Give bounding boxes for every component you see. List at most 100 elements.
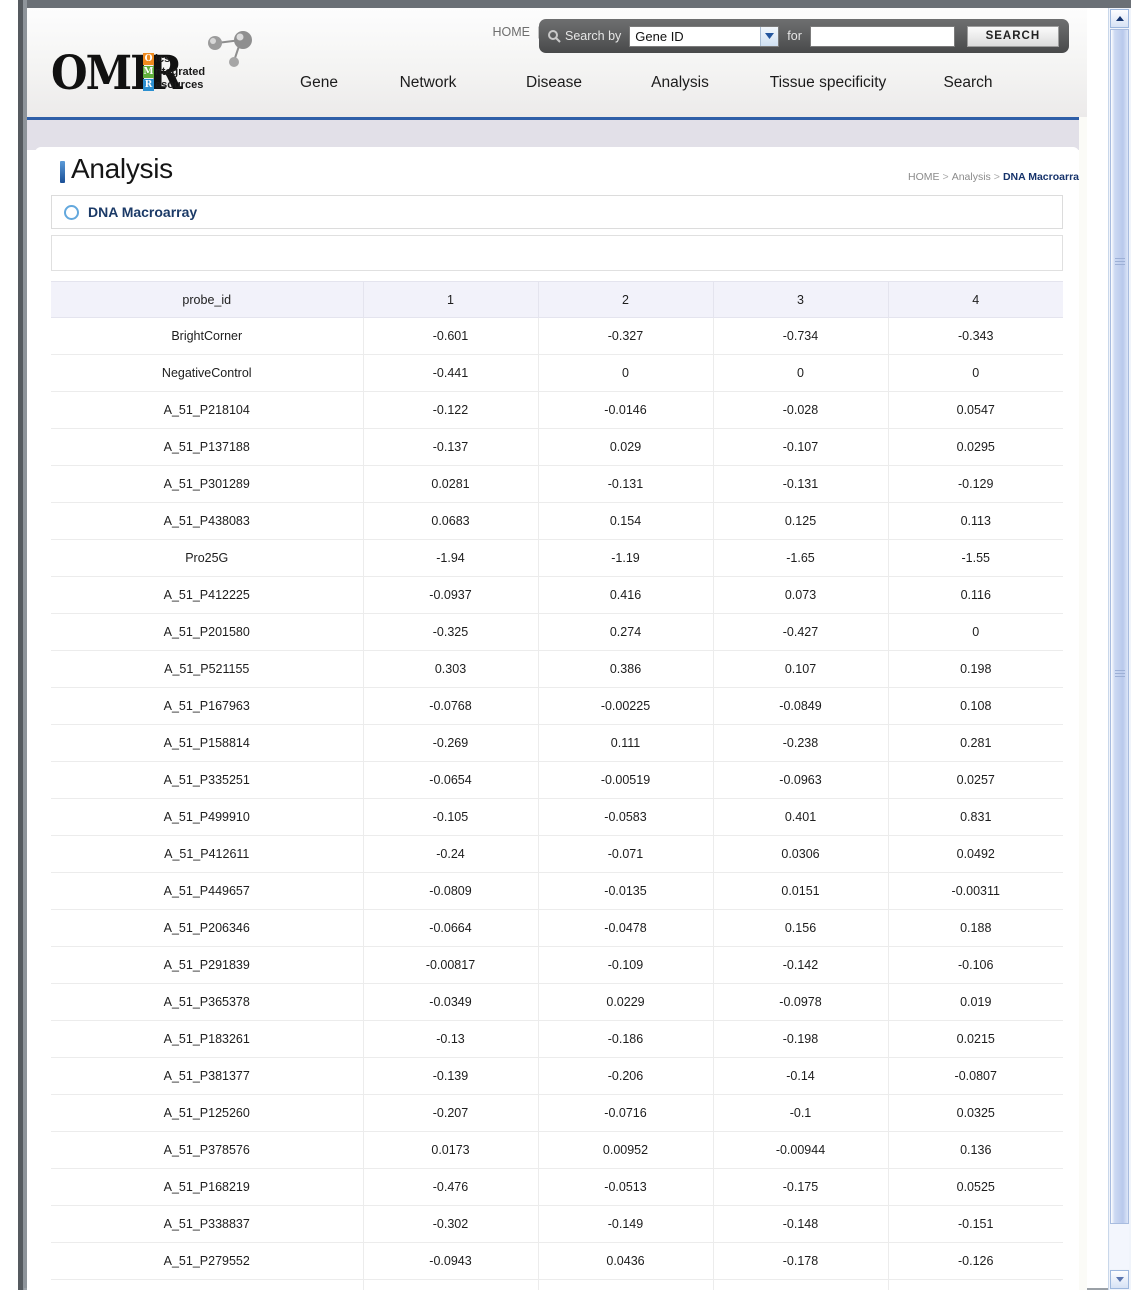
content-card: Analysis HOME > Analysis > DNA Macroarra DNA…: [35, 147, 1079, 1290]
site-logo[interactable]: OMIR O ics M ntegrated R esources: [51, 28, 252, 96]
table-row: A_51_P335251 -0.0654 -0.00519 -0.0963 0.0257: [51, 761, 1063, 799]
table-row: A_51_P449657 -0.0809 -0.0135 0.0151 -0.00311: [51, 872, 1063, 910]
cell-value-4: 0.0525: [888, 1168, 1063, 1206]
cell-value-1: -0.0349: [363, 983, 539, 1021]
cell-value-4: -0.00311: [888, 872, 1063, 910]
search-query-input[interactable]: [809, 25, 955, 47]
data-table-container: probe_id 1 2 3 4 BrightCorner -0.601 -0.32…: [51, 281, 1063, 1290]
page-title-accent-bar: [60, 161, 65, 183]
breadcrumb: HOME > Analysis > DNA Macroarra: [908, 171, 1079, 183]
breadcrumb-item-analysis[interactable]: Analysis: [952, 171, 991, 183]
table-row: BrightCorner -0.601 -0.327 -0.734 -0.343: [51, 317, 1063, 355]
column-header-4[interactable]: 4: [888, 281, 1063, 318]
page-right-gutter: [1079, 117, 1087, 1290]
table-row: A_51_P137188 -0.137 0.029 -0.107 0.0295: [51, 428, 1063, 466]
cell-probe-id: NegativeControl: [51, 354, 364, 392]
nav-item-tissue-specificity[interactable]: Tissue specificity: [743, 74, 913, 92]
cell-value-1: -0.105: [363, 798, 539, 836]
chevron-down-icon[interactable]: [760, 26, 779, 46]
cell-value-1: -0.325: [363, 613, 539, 651]
table-row: A_51_P125260 -0.207 -0.0716 -0.1 0.0325: [51, 1094, 1063, 1132]
table-row: A_51_P183261 -0.13 -0.186 -0.198 0.0215: [51, 1020, 1063, 1058]
cell-value-4: 0.0257: [888, 761, 1063, 799]
scrollbar-down-button[interactable]: [1110, 1270, 1129, 1289]
cell-value-3: -0.131: [713, 465, 889, 503]
cell-value-1: 0.0173: [363, 1131, 539, 1169]
table-row: A_51_P365378 -0.0349 0.0229 -0.0978 0.019: [51, 983, 1063, 1021]
cell-probe-id: A_51_P499910: [51, 798, 364, 836]
cell-probe-id: A_51_P365378: [51, 983, 364, 1021]
column-header-2[interactable]: 2: [538, 281, 714, 318]
cell-probe-id: A_51_P218104: [51, 391, 364, 429]
column-header-probe-id[interactable]: probe_id: [51, 281, 364, 318]
cell-value-4: 0.831: [888, 798, 1063, 836]
cell-probe-id: A_51_P412225: [51, 576, 364, 614]
breadcrumb-separator: >: [942, 171, 949, 183]
cell-value-4: 0.188: [888, 909, 1063, 947]
cell-probe-id: A_51_P125260: [51, 1094, 364, 1132]
cell-value-1: -0.207: [363, 1094, 539, 1132]
cell-value-3: -0.178: [713, 1242, 889, 1280]
page-title: Analysis: [71, 153, 173, 184]
section-title: DNA Macroarray: [88, 204, 198, 220]
cell-probe-id: A_51_P449657: [51, 872, 364, 910]
cell-value-2: -0.0478: [538, 909, 714, 947]
nav-item-gene[interactable]: Gene: [273, 74, 365, 92]
cell-value-2: 0.0229: [538, 983, 714, 1021]
cell-value-4: 0.116: [888, 576, 1063, 614]
cell-value-3: -0.198: [713, 1020, 889, 1058]
window-frame-top: [18, 0, 1131, 8]
cell-value-3: 0.125: [713, 502, 889, 540]
cell-value-1: -0.0809: [363, 872, 539, 910]
cell-value-3: 0: [713, 354, 889, 392]
cell-probe-id: A_51_P196889: [51, 1279, 364, 1290]
cell-value-1: -0.302: [363, 1205, 539, 1243]
cell-value-4: 0: [888, 613, 1063, 651]
cell-probe-id: A_51_P301289: [51, 465, 364, 503]
page-viewport: OMIR O ics M ntegrated R esources HOME S…: [27, 8, 1087, 1290]
cell-value-3: -1.65: [713, 539, 889, 577]
search-field-select[interactable]: Gene ID: [629, 25, 780, 47]
column-header-3[interactable]: 3: [713, 281, 889, 318]
search-submit-button[interactable]: SEARCH: [966, 25, 1059, 47]
global-search-bar: Search by Gene ID for SEARCH: [539, 19, 1069, 53]
column-header-1[interactable]: 1: [363, 281, 539, 318]
page-background: [27, 120, 1087, 150]
top-link-home[interactable]: HOME: [492, 25, 530, 39]
nav-item-network[interactable]: Network: [365, 74, 491, 92]
cell-value-4: -1.55: [888, 539, 1063, 577]
cell-value-3: 0.0151: [713, 872, 889, 910]
nav-item-search[interactable]: Search: [913, 74, 1023, 92]
scrollbar-track[interactable]: [1110, 29, 1129, 1269]
page-scrollbar[interactable]: [1108, 8, 1131, 1290]
scrollbar-thumb[interactable]: [1110, 29, 1129, 1224]
cell-value-4: -0.151: [888, 1205, 1063, 1243]
cell-probe-id: A_51_P521155: [51, 650, 364, 688]
cell-value-2: 0.386: [538, 650, 714, 688]
cell-probe-id: A_51_P137188: [51, 428, 364, 466]
nav-item-disease[interactable]: Disease: [491, 74, 617, 92]
breadcrumb-item-home[interactable]: HOME: [908, 171, 940, 183]
table-row: A_51_P438083 0.0683 0.154 0.125 0.113: [51, 502, 1063, 540]
table-row: NegativeControl -0.441 0 0 0: [51, 354, 1063, 392]
cell-value-1: -0.24: [363, 835, 539, 873]
cell-probe-id: A_51_P335251: [51, 761, 364, 799]
table-row: A_51_P158814 -0.269 0.111 -0.238 0.281: [51, 724, 1063, 762]
cell-value-2: 0: [538, 354, 714, 392]
cell-value-4: -0.106: [888, 946, 1063, 984]
cell-value-1: -0.0654: [363, 761, 539, 799]
cell-value-3: -0.148: [713, 1205, 889, 1243]
cell-value-3: -0.1: [713, 1094, 889, 1132]
cell-value-1: -0.601: [363, 317, 539, 355]
cell-probe-id: A_51_P183261: [51, 1020, 364, 1058]
cell-value-1: -0.441: [363, 354, 539, 392]
cell-value-2: -0.0716: [538, 1094, 714, 1132]
cell-value-2: -0.186: [538, 1020, 714, 1058]
nav-item-analysis[interactable]: Analysis: [617, 74, 743, 92]
cell-value-3: 0.156: [713, 909, 889, 947]
scrollbar-up-button[interactable]: [1110, 9, 1129, 28]
cell-value-3: -0.0978: [713, 983, 889, 1021]
cell-value-4: 0.0492: [888, 835, 1063, 873]
table-row: A_51_P168219 -0.476 -0.0513 -0.175 0.0525: [51, 1168, 1063, 1206]
cell-probe-id: A_51_P168219: [51, 1168, 364, 1206]
